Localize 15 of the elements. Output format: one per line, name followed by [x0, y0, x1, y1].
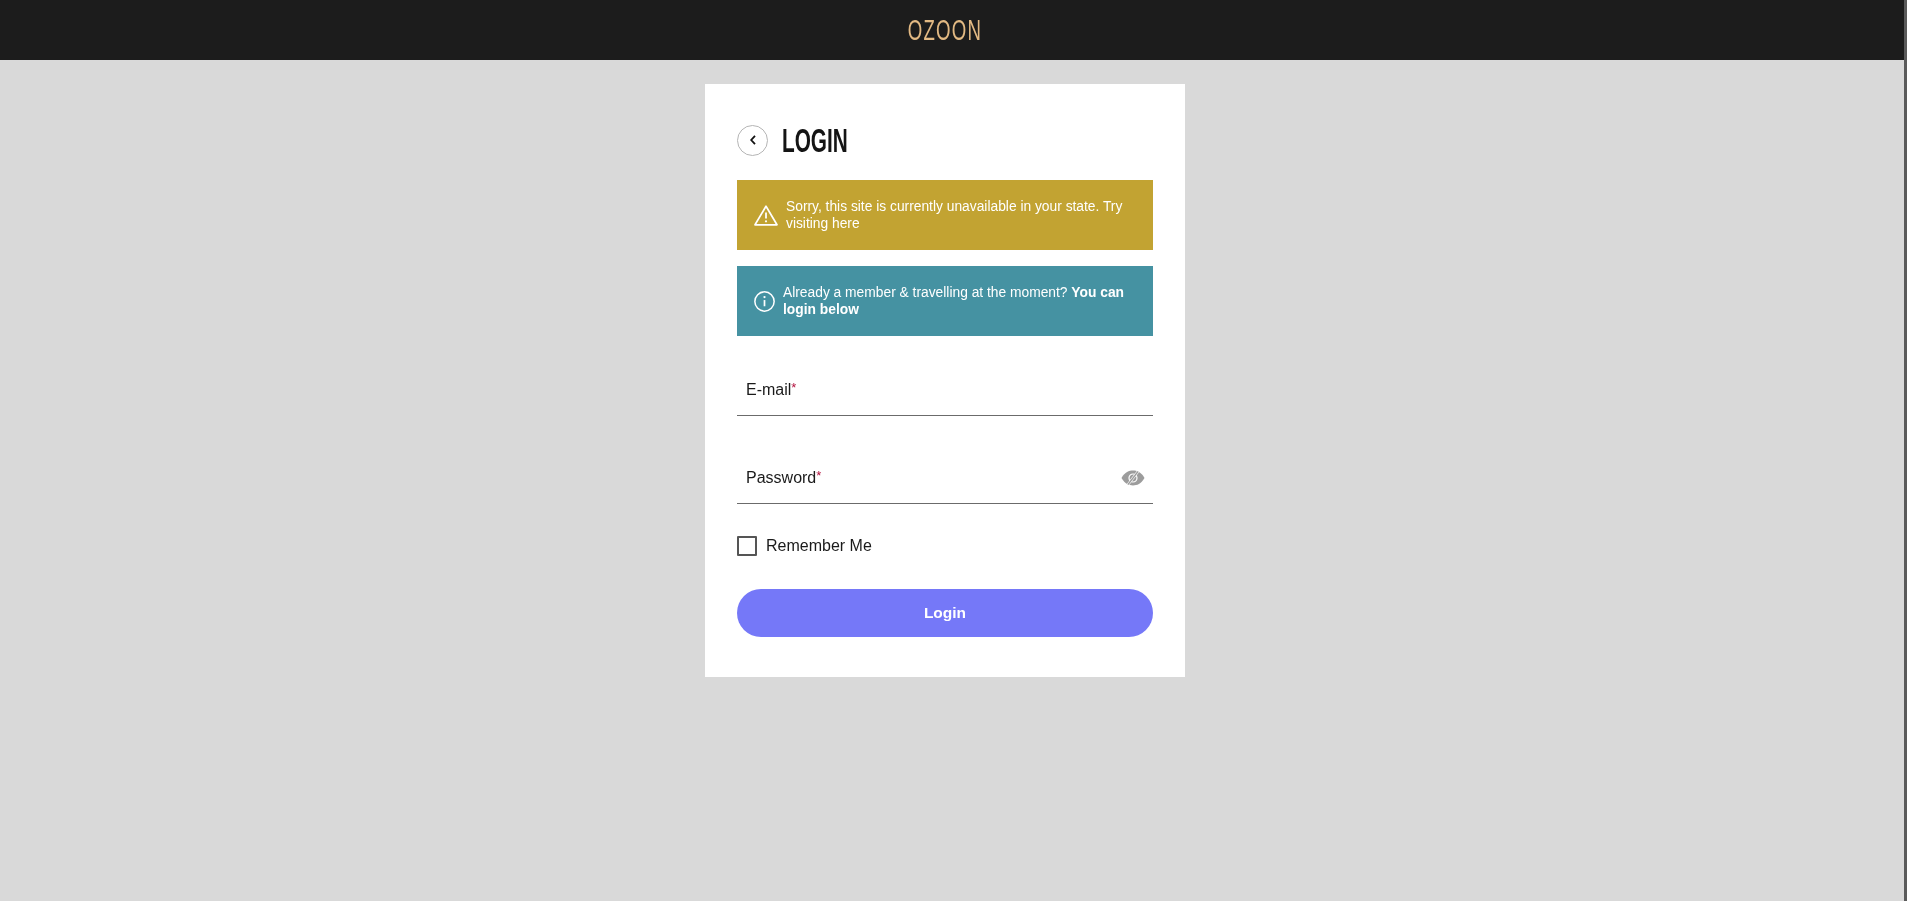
warning-triangle-icon — [754, 204, 778, 226]
chevron-left-icon — [749, 135, 756, 145]
page-title: LOGIN — [782, 123, 848, 157]
password-field[interactable]: Password$^{*}$ — [737, 453, 1153, 504]
eye-slash-icon[interactable] — [1121, 470, 1145, 486]
alert-message: Already a member & travelling at the moment? You can login below — [783, 284, 1125, 318]
remember-me-label[interactable]: Remember Me — [766, 536, 872, 556]
logo[interactable]: OZOON — [907, 15, 983, 45]
remember-me-checkbox[interactable] — [737, 536, 757, 556]
alert-message: Sorry, this site is currently unavailable in your state. Try visiting here — [786, 198, 1124, 232]
email-field[interactable]: E-mail$^{*}$ — [737, 365, 1153, 416]
info-icon — [754, 290, 775, 312]
login-button[interactable]: Login — [737, 589, 1153, 637]
scrollbar[interactable] — [1904, 0, 1907, 901]
back-button[interactable] — [737, 124, 768, 156]
